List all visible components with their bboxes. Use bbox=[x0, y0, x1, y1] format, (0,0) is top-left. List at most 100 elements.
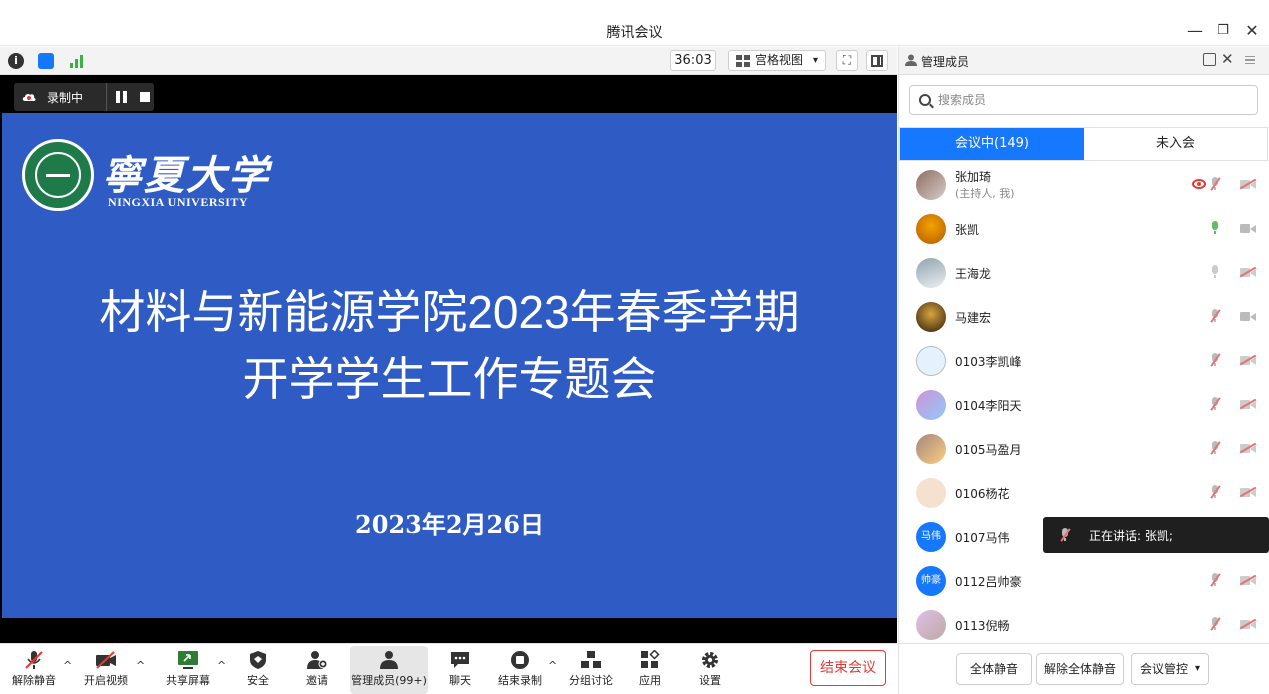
muted-mic-icon[interactable] bbox=[1210, 617, 1221, 631]
settings-button[interactable]: 设置 bbox=[692, 646, 728, 694]
start-video-button[interactable]: 开启视频 bbox=[80, 646, 132, 694]
user-icon bbox=[905, 54, 917, 66]
video-off-icon[interactable] bbox=[1239, 398, 1257, 410]
shared-slide: 寧夏大学 NINGXIA UNIVERSITY 材料与新能源学院2023年春季学… bbox=[2, 113, 897, 618]
video-off-icon[interactable] bbox=[1239, 618, 1257, 630]
tab-not-joined[interactable]: 未入会 bbox=[1084, 128, 1267, 160]
muted-mic-icon[interactable] bbox=[1210, 177, 1221, 191]
tab-in-meeting[interactable]: 会议中(149) bbox=[900, 128, 1084, 160]
member-tabs: 会议中(149) 未入会 bbox=[899, 127, 1268, 161]
list-item[interactable]: 0106杨花 bbox=[899, 471, 1269, 515]
video-off-icon[interactable] bbox=[1239, 442, 1257, 454]
breakout-rooms-button[interactable]: 分组讨论 bbox=[566, 646, 616, 694]
close-panel-icon[interactable]: ✕ bbox=[1221, 50, 1234, 68]
list-item[interactable]: 0105马盈月 bbox=[899, 427, 1269, 471]
muted-mic-icon bbox=[1060, 528, 1071, 542]
shield-icon[interactable] bbox=[38, 53, 54, 69]
sidebar-icon bbox=[871, 55, 883, 67]
slide-title-line1: 材料与新能源学院2023年春季学期 bbox=[99, 286, 800, 338]
muted-mic-icon[interactable] bbox=[1210, 309, 1221, 323]
cloud-icon bbox=[22, 93, 36, 101]
chat-icon bbox=[451, 652, 469, 668]
minimize-button[interactable]: — bbox=[1184, 22, 1206, 40]
popout-icon[interactable] bbox=[1203, 53, 1216, 66]
list-item[interactable]: 马建宏 bbox=[899, 295, 1269, 339]
avatar bbox=[916, 170, 946, 200]
menu-icon[interactable] bbox=[1245, 56, 1255, 64]
meeting-status-bar: i 36:03 宫格视图 ▾ ⛶ bbox=[0, 47, 897, 75]
share-options-caret[interactable]: ^ bbox=[217, 659, 226, 672]
end-meeting-button[interactable]: 结束会议 bbox=[810, 650, 886, 686]
pause-recording-button[interactable] bbox=[116, 91, 130, 103]
meeting-timer: 36:03 bbox=[670, 50, 716, 71]
fullscreen-button[interactable]: ⛶ bbox=[836, 50, 858, 71]
member-search[interactable] bbox=[909, 85, 1258, 115]
mute-all-button[interactable]: 全体静音 bbox=[956, 653, 1032, 685]
security-button[interactable]: 安全 bbox=[238, 646, 278, 694]
university-logo bbox=[22, 139, 94, 211]
avatar bbox=[916, 610, 946, 640]
video-off-icon[interactable] bbox=[1239, 178, 1257, 190]
record-options-caret[interactable]: ^ bbox=[548, 659, 557, 672]
list-item[interactable]: 张加琦 (主持人, 我) bbox=[899, 163, 1269, 207]
list-item[interactable]: 0104李阳天 bbox=[899, 383, 1269, 427]
apps-button[interactable]: 应用 bbox=[632, 646, 668, 694]
list-item[interactable]: 王海龙 bbox=[899, 251, 1269, 295]
avatar bbox=[916, 434, 946, 464]
recording-bar: 录制中 bbox=[14, 83, 154, 111]
stop-recording-button[interactable]: 结束录制 bbox=[496, 646, 544, 694]
signal-icon[interactable] bbox=[70, 54, 86, 68]
video-off-icon[interactable] bbox=[1239, 574, 1257, 586]
list-item[interactable]: 张凯 bbox=[899, 207, 1269, 251]
info-icon[interactable]: i bbox=[8, 53, 24, 69]
muted-mic-icon[interactable] bbox=[1210, 441, 1221, 455]
muted-mic-icon[interactable] bbox=[1210, 573, 1221, 587]
video-off-icon[interactable] bbox=[1239, 354, 1257, 366]
video-off-icon[interactable] bbox=[1239, 486, 1257, 498]
unmute-all-button[interactable]: 解除全体静音 bbox=[1036, 653, 1124, 685]
share-screen-button[interactable]: 共享屏幕 bbox=[160, 646, 216, 694]
mic-icon[interactable] bbox=[1210, 265, 1220, 279]
recording-label: 录制中 bbox=[47, 91, 84, 105]
search-input[interactable] bbox=[938, 91, 1238, 109]
avatar bbox=[916, 346, 946, 376]
fullscreen-icon: ⛶ bbox=[842, 53, 852, 67]
stop-recording-button[interactable] bbox=[140, 92, 150, 102]
list-item[interactable]: 0103李凯峰 bbox=[899, 339, 1269, 383]
unmute-button[interactable]: 解除静音 bbox=[6, 646, 62, 694]
list-item[interactable]: 0113倪畅 bbox=[899, 603, 1269, 647]
share-screen-icon bbox=[178, 651, 198, 669]
close-button[interactable]: ✕ bbox=[1241, 22, 1263, 40]
record-stop-icon bbox=[511, 651, 529, 669]
invite-button[interactable]: 邀请 bbox=[296, 646, 338, 694]
avatar bbox=[916, 478, 946, 508]
slide-title-line2: 开学学生工作专题会 bbox=[242, 353, 657, 405]
video-off-icon[interactable] bbox=[1239, 266, 1257, 278]
muted-mic-icon bbox=[25, 651, 43, 669]
video-icon[interactable] bbox=[1240, 223, 1256, 233]
video-options-caret[interactable]: ^ bbox=[136, 659, 145, 672]
video-icon[interactable] bbox=[1240, 311, 1256, 321]
university-name-cn: 寧夏大学 bbox=[102, 152, 270, 199]
panel-header: 管理成员 ✕ bbox=[899, 47, 1269, 75]
muted-mic-icon[interactable] bbox=[1210, 353, 1221, 367]
university-name-en: NINGXIA UNIVERSITY bbox=[108, 195, 249, 209]
mic-active-icon[interactable] bbox=[1210, 221, 1220, 235]
shield-icon bbox=[250, 651, 266, 669]
list-item[interactable]: 帅豪 0112吕帅豪 bbox=[899, 559, 1269, 603]
mic-options-caret[interactable]: ^ bbox=[63, 659, 72, 672]
muted-mic-icon[interactable] bbox=[1210, 485, 1221, 499]
gear-icon bbox=[702, 652, 718, 668]
manage-members-button[interactable]: 管理成员(99+) bbox=[350, 646, 428, 694]
members-panel: 管理成员 ✕ 会议中(149) 未入会 张加琦 (主持人, 我) 张凯 bbox=[898, 47, 1269, 694]
restore-button[interactable]: ❐ bbox=[1212, 22, 1234, 40]
apps-icon bbox=[641, 650, 660, 668]
muted-mic-icon[interactable] bbox=[1210, 397, 1221, 411]
grid-view-button[interactable]: 宫格视图 ▾ bbox=[728, 50, 826, 71]
speaking-indicator: 正在讲话: 张凯; bbox=[1043, 517, 1269, 553]
avatar bbox=[916, 258, 946, 288]
chat-button[interactable]: 聊天 bbox=[444, 646, 476, 694]
sidebar-toggle-button[interactable] bbox=[866, 50, 888, 71]
meeting-control-dropdown[interactable]: 会议管控 ▾ bbox=[1131, 653, 1209, 685]
search-icon bbox=[919, 94, 931, 106]
